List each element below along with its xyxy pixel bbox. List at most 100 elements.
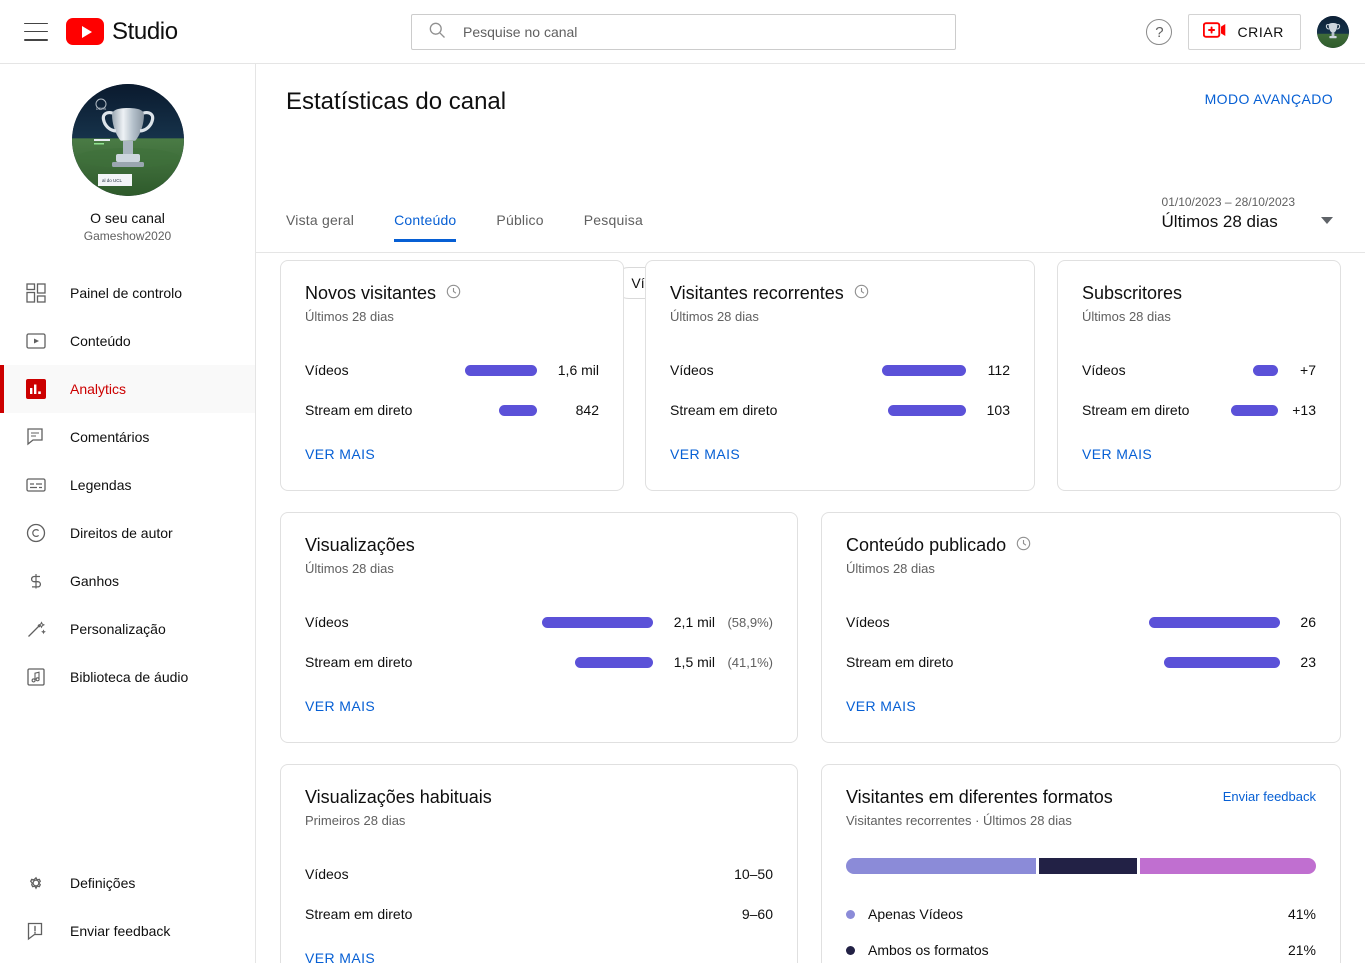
search-container [411,14,956,50]
metric-bar-zone [412,656,663,668]
metric-rows: Vídeos 1,6 mil Stream em direto 842 [305,350,599,430]
sidebar: UEFA al do UCL O seu canal Gameshow2020 … [0,64,256,963]
card-feedback-link[interactable]: Enviar feedback [1223,789,1316,804]
sidebar-item-ganhos[interactable]: Ganhos [0,557,255,605]
video-icon [24,329,48,353]
card-visualizacoes[interactable]: Visualizações Últimos 28 dias Vídeos 2,1… [280,512,798,743]
metric-bar [1164,656,1280,668]
date-range-selector[interactable]: 01/10/2023 – 28/10/2023 Últimos 28 dias [1162,195,1333,232]
tab-publico[interactable]: Público [476,212,563,242]
metric-row: Vídeos +7 [1082,350,1316,390]
legend-value: 41% [1287,906,1316,922]
metric-bar-zone [777,404,976,416]
stacked-segment-apenas-videos [846,858,1037,874]
sidebar-item-legendas[interactable]: Legendas [0,461,255,509]
sidebar-item-label: Enviar feedback [70,923,171,939]
metric-label: Vídeos [1082,362,1126,378]
sidebar-item-analytics[interactable]: Analytics [0,365,255,413]
youtube-play-icon [66,18,104,45]
channel-avatar[interactable]: UEFA al do UCL [71,84,184,196]
metric-percent: (41,1%) [727,654,773,670]
metric-label: Stream em direto [846,654,954,670]
metric-bar [882,364,966,376]
main-content: Estatísticas do canal MODO AVANÇADO 01/1… [256,64,1365,963]
card-subscritores[interactable]: Subscritores Últimos 28 dias Vídeos +7 S… [1057,260,1341,491]
sidebar-item-comentarios[interactable]: Comentários [0,413,255,461]
help-circle-icon[interactable]: ? [1146,19,1173,45]
card-subtitle: Visitantes recorrentes · Últimos 28 dias [846,813,1072,828]
metric-value: 2,1 mil [673,614,715,630]
create-button[interactable]: CRIAR [1188,14,1301,50]
tab-vista-geral[interactable]: Vista geral [286,212,374,242]
metric-label: Stream em direto [305,906,413,922]
youtube-studio-logo[interactable]: Studio [66,18,178,46]
metric-label: Vídeos [846,614,890,630]
metric-row: Stream em direto 9–60 [305,894,773,934]
see-more-link[interactable]: VER MAIS [1082,446,1316,462]
sidebar-item-label: Legendas [70,477,132,493]
music-note-icon [24,665,48,689]
avatar[interactable] [1317,16,1349,48]
legend-row: Ambos os formatos 21% [846,932,1316,963]
metric-value: 26 [1300,614,1316,630]
metric-bar-zone [953,656,1290,668]
hamburger-icon[interactable] [24,22,48,41]
sidebar-item-label: Definições [70,875,136,891]
tabs-divider [256,252,1365,253]
card-subtitle: Primeiros 28 dias [305,813,406,828]
sidebar-item-direitos-de-autor[interactable]: Direitos de autor [0,509,255,557]
metric-label: Stream em direto [305,654,413,670]
sidebar-item-enviar-feedback[interactable]: Enviar feedback [0,907,255,955]
legend-row: Apenas Vídeos 41% [846,896,1316,932]
gear-icon [24,871,48,895]
sidebar-item-label: Ganhos [70,573,120,589]
metric-value: 1,5 mil [673,654,715,670]
search-icon [427,20,447,45]
tab-pesquisa[interactable]: Pesquisa [564,212,663,242]
see-more-link[interactable]: VER MAIS [305,446,599,462]
tab-conteudo[interactable]: Conteúdo [374,212,476,242]
advanced-mode-link[interactable]: MODO AVANÇADO [1205,91,1333,107]
metric-row: Stream em direto 1,5 mil (41,1%) [305,642,773,682]
see-more-link[interactable]: VER MAIS [670,446,1010,462]
card-subtitle: Últimos 28 dias [305,309,394,324]
sidebar-item-label: Personalização [70,621,166,637]
card-novos-visitantes[interactable]: Novos visitantes Últimos 28 dias Vídeos … [280,260,624,491]
search-box[interactable] [411,14,956,50]
search-input[interactable] [463,24,955,40]
metric-rows: Vídeos 10–50 Stream em direto 9–60 [305,854,773,934]
see-more-link[interactable]: VER MAIS [305,950,773,963]
metric-percent: (58,9%) [727,614,773,630]
sidebar-item-biblioteca-de-audio[interactable]: Biblioteca de áudio [0,653,255,701]
dashboard-icon [24,281,48,305]
stacked-segment-ambos-formatos [1039,858,1137,874]
card-title: Visitantes recorrentes [670,283,844,303]
chevron-down-icon[interactable] [1321,217,1333,224]
metric-value: +7 [1300,362,1316,378]
sidebar-item-personalizacao[interactable]: Personalização [0,605,255,653]
sidebar-item-conteudo[interactable]: Conteúdo [0,317,255,365]
clock-icon [446,284,461,304]
tab-label: Vista geral [286,212,355,228]
sidebar-nav: Painel de controlo Conteúdo Analytics Co… [0,269,255,701]
sidebar-item-painel-de-controlo[interactable]: Painel de controlo [0,269,255,317]
metric-bar-zone [412,404,547,416]
metric-row: Stream em direto 842 [305,390,599,430]
see-more-link[interactable]: VER MAIS [846,698,1316,714]
card-visitantes-formatos[interactable]: Enviar feedback Visitantes em diferentes… [821,764,1341,963]
metric-row: Stream em direto 103 [670,390,1010,430]
clock-icon [854,284,869,304]
card-conteudo-publicado[interactable]: Conteúdo publicado Últimos 28 dias Vídeo… [821,512,1341,743]
card-visitantes-recorrentes[interactable]: Visitantes recorrentes Últimos 28 dias V… [645,260,1035,491]
metric-bar [1253,364,1278,376]
metric-value: +13 [1292,402,1316,418]
metric-label: Vídeos [670,362,714,378]
metric-bar-zone [714,364,976,376]
metric-bar [575,656,653,668]
sidebar-item-definicoes[interactable]: Definições [0,859,255,907]
card-visualizacoes-habituais[interactable]: Visualizações habituais Primeiros 28 dia… [280,764,798,963]
comment-icon [24,425,48,449]
metric-row: Vídeos 1,6 mil [305,350,599,390]
see-more-link[interactable]: VER MAIS [305,698,773,714]
chart-legend: Apenas Vídeos 41% Ambos os formatos 21% [846,896,1316,963]
